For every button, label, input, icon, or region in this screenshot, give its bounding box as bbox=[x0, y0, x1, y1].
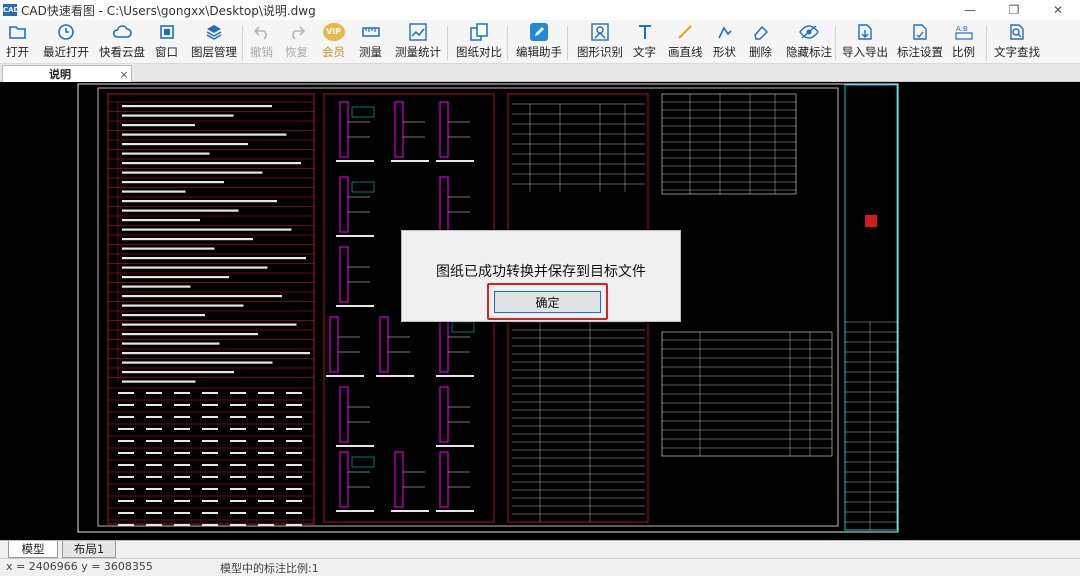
line-tool-icon bbox=[674, 22, 696, 42]
dialog-message: 图纸已成功转换并保存到目标文件 bbox=[436, 264, 646, 280]
edit-helper-label: 编辑助手 bbox=[516, 45, 562, 59]
shape-button[interactable]: 形状 bbox=[713, 22, 736, 62]
line-button[interactable]: 画直线 bbox=[668, 22, 703, 62]
find-text-label: 文字查找 bbox=[994, 45, 1040, 59]
title-bar: CAD CAD快速看图 - C:\Users\gongxx\Desktop\说明… bbox=[0, 0, 1080, 20]
text-tool-icon bbox=[634, 22, 656, 42]
minimize-button[interactable]: — bbox=[948, 0, 992, 20]
toolbar-divider bbox=[835, 26, 836, 60]
stats-chart-icon bbox=[407, 22, 429, 42]
vip-badge-icon: VIP bbox=[322, 22, 345, 42]
redo-button[interactable]: 恢复 bbox=[285, 22, 308, 62]
measure-label: 测量 bbox=[359, 45, 382, 59]
restore-button[interactable]: ❐ bbox=[992, 0, 1036, 20]
toolbar-divider bbox=[567, 26, 568, 60]
scale-button[interactable]: A:B 比例 bbox=[952, 22, 975, 62]
compare-icon bbox=[468, 22, 490, 42]
import-export-label: 导入导出 bbox=[842, 45, 888, 59]
cloud-button[interactable]: 快看云盘 bbox=[99, 22, 145, 62]
main-toolbar: 打开 最近打开 快看云盘 窗口 图层管理 撤销 恢复 VIP 会员 测量 测量统… bbox=[0, 20, 1080, 64]
window-icon bbox=[156, 22, 178, 42]
compare-button[interactable]: 图纸对比 bbox=[456, 22, 502, 62]
document-tab-label: 说明 bbox=[49, 68, 71, 81]
shape-tool-icon bbox=[714, 22, 736, 42]
hide-marks-label: 隐藏标注 bbox=[786, 45, 832, 59]
layers-button[interactable]: 图层管理 bbox=[191, 22, 237, 62]
measure-stats-label: 测量统计 bbox=[395, 45, 441, 59]
mark-settings-button[interactable]: 标注设置 bbox=[897, 22, 943, 62]
import-export-button[interactable]: 导入导出 bbox=[842, 22, 888, 62]
toolbar-divider bbox=[986, 26, 987, 60]
shape-label: 形状 bbox=[713, 45, 736, 59]
redo-label: 恢复 bbox=[285, 45, 308, 59]
undo-button[interactable]: 撤销 bbox=[250, 22, 273, 62]
mark-settings-label: 标注设置 bbox=[897, 45, 943, 59]
ruler-icon bbox=[360, 22, 382, 42]
scale-label: 比例 bbox=[952, 45, 975, 59]
text-label: 文字 bbox=[633, 45, 656, 59]
find-text-icon bbox=[1006, 22, 1028, 42]
measure-button[interactable]: 测量 bbox=[359, 22, 382, 62]
hide-marks-button[interactable]: 隐藏标注 bbox=[786, 22, 832, 62]
edit-helper-button[interactable]: 编辑助手 bbox=[516, 22, 562, 62]
cloud-icon bbox=[111, 22, 133, 42]
layers-icon bbox=[203, 22, 225, 42]
ok-button[interactable]: 确定 bbox=[494, 291, 601, 313]
vip-badge: VIP bbox=[322, 23, 345, 41]
vip-button[interactable]: VIP 会员 bbox=[322, 22, 345, 62]
drawing-canvas[interactable]: 图纸已成功转换并保存到目标文件 确定 bbox=[0, 82, 1080, 540]
window-label: 窗口 bbox=[155, 45, 178, 59]
layers-label: 图层管理 bbox=[191, 45, 237, 59]
window-title: CAD快速看图 - C:\Users\gongxx\Desktop\说明.dwg bbox=[21, 3, 316, 18]
annotation-scale-text: 模型中的标注比例:1 bbox=[220, 562, 319, 575]
app-logo: CAD bbox=[3, 4, 20, 16]
svg-text:A:B: A:B bbox=[956, 25, 968, 33]
compare-label: 图纸对比 bbox=[456, 45, 502, 59]
conversion-success-dialog: 图纸已成功转换并保存到目标文件 确定 bbox=[401, 230, 681, 322]
text-button[interactable]: 文字 bbox=[633, 22, 656, 62]
document-tab-strip: 说明 × bbox=[0, 64, 1080, 82]
close-tab-icon[interactable]: × bbox=[117, 68, 131, 81]
toolbar-divider bbox=[242, 26, 243, 60]
redo-icon bbox=[286, 22, 308, 42]
cloud-label: 快看云盘 bbox=[99, 45, 145, 59]
status-bar: x = 2406966 y = 3608355 模型中的标注比例:1 bbox=[0, 558, 1080, 575]
eraser-icon bbox=[750, 22, 772, 42]
delete-label: 删除 bbox=[749, 45, 772, 59]
tab-model[interactable]: 模型 bbox=[8, 541, 58, 558]
document-tab[interactable]: 说明 × bbox=[2, 65, 132, 82]
measure-stats-button[interactable]: 测量统计 bbox=[395, 22, 441, 62]
layout-tab-bar: 模型 布局1 bbox=[0, 540, 1080, 558]
open-button[interactable]: 打开 bbox=[6, 22, 29, 62]
recent-label: 最近打开 bbox=[43, 45, 89, 59]
delete-button[interactable]: 删除 bbox=[749, 22, 772, 62]
tab-layout1[interactable]: 布局1 bbox=[62, 541, 116, 558]
undo-icon bbox=[251, 22, 273, 42]
undo-label: 撤销 bbox=[250, 45, 273, 59]
eye-hidden-icon bbox=[798, 22, 820, 42]
window-button[interactable]: 窗口 bbox=[155, 22, 178, 62]
clock-icon bbox=[55, 22, 77, 42]
scale-icon: A:B bbox=[953, 22, 975, 42]
toolbar-divider bbox=[507, 26, 508, 60]
folder-open-icon bbox=[7, 22, 29, 42]
mark-settings-icon bbox=[909, 22, 931, 42]
recent-button[interactable]: 最近打开 bbox=[43, 22, 89, 62]
line-label: 画直线 bbox=[668, 45, 703, 59]
import-export-icon bbox=[854, 22, 876, 42]
open-label: 打开 bbox=[6, 45, 29, 59]
find-text-button[interactable]: 文字查找 bbox=[994, 22, 1040, 62]
cursor-coordinates: x = 2406966 y = 3608355 bbox=[6, 560, 153, 573]
shape-recog-icon bbox=[589, 22, 611, 42]
vip-label: 会员 bbox=[322, 45, 345, 59]
edit-helper-icon bbox=[528, 22, 550, 42]
shape-recog-label: 图形识别 bbox=[577, 45, 623, 59]
shape-recog-button[interactable]: 图形识别 bbox=[577, 22, 623, 62]
close-window-button[interactable]: ✕ bbox=[1036, 0, 1080, 20]
toolbar-divider bbox=[447, 26, 448, 60]
